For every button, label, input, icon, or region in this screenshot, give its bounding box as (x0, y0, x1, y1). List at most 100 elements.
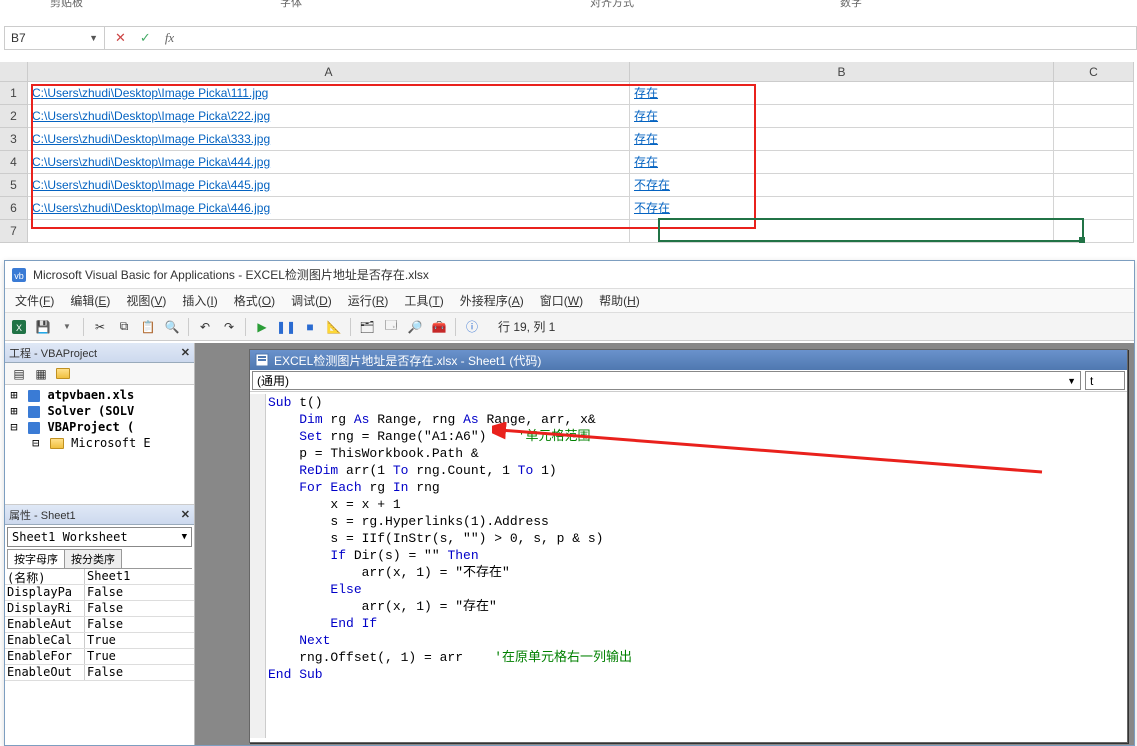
cell[interactable] (1054, 220, 1134, 243)
object-browser-icon[interactable]: 🔎 (405, 317, 425, 337)
cell[interactable]: 存在 (630, 128, 1054, 151)
menu-item[interactable]: 文件(F) (15, 292, 54, 309)
project-explorer-icon[interactable]: 🗂 (357, 317, 377, 337)
row-header[interactable]: 5 (0, 174, 28, 197)
undo-icon[interactable]: ↶ (195, 317, 215, 337)
property-row[interactable]: DisplayPaFalse (5, 585, 194, 601)
save-icon[interactable]: 💾 (33, 317, 53, 337)
fx-icon[interactable]: fx (165, 30, 174, 46)
row-header[interactable]: 7 (0, 220, 28, 243)
tree-node[interactable]: ⊟ Microsoft E (7, 435, 192, 451)
run-icon[interactable]: ▶ (252, 317, 272, 337)
cell[interactable] (1054, 105, 1134, 128)
chevron-down-icon[interactable]: ▼ (1067, 376, 1076, 386)
procedure-dropdown[interactable]: t (1085, 371, 1125, 390)
hyperlink[interactable]: 不存在 (634, 178, 670, 192)
copy-icon[interactable]: ⧉ (114, 317, 134, 337)
code-window[interactable]: EXCEL检测图片地址是否存在.xlsx - Sheet1 (代码) (通用) … (249, 349, 1128, 743)
formula-input[interactable] (184, 27, 1136, 49)
cell[interactable] (1054, 128, 1134, 151)
close-icon[interactable]: ✕ (181, 346, 190, 359)
design-mode-icon[interactable]: 📐 (324, 317, 344, 337)
properties-icon[interactable]: 🗔 (381, 317, 401, 337)
hyperlink[interactable]: C:\Users\zhudi\Desktop\Image Picka\222.j… (32, 109, 270, 123)
cell[interactable] (28, 220, 630, 243)
row-header[interactable]: 3 (0, 128, 28, 151)
tree-node[interactable]: ⊞ Solver (SOLV (7, 403, 192, 419)
property-row[interactable]: EnableOutFalse (5, 665, 194, 681)
project-pane-title[interactable]: 工程 - VBAProject ✕ (5, 343, 194, 363)
menu-item[interactable]: 帮助(H) (599, 292, 640, 309)
cell[interactable] (1054, 151, 1134, 174)
hyperlink[interactable]: 存在 (634, 132, 658, 146)
reset-icon[interactable]: ■ (300, 317, 320, 337)
select-all-corner[interactable] (0, 62, 28, 82)
cell[interactable] (1054, 197, 1134, 220)
hyperlink[interactable]: C:\Users\zhudi\Desktop\Image Picka\444.j… (32, 155, 270, 169)
properties-object-combo[interactable]: Sheet1 Worksheet ▼ (7, 527, 192, 547)
vbe-titlebar[interactable]: vb Microsoft Visual Basic for Applicatio… (5, 261, 1134, 289)
column-header[interactable]: B (630, 62, 1054, 82)
tab-alphabetic[interactable]: 按字母序 (7, 549, 65, 568)
toolbox-icon[interactable]: 🧰 (429, 317, 449, 337)
cell[interactable] (1054, 174, 1134, 197)
column-header[interactable]: C (1054, 62, 1134, 82)
tree-node[interactable]: ⊞ atpvbaen.xls (7, 387, 192, 403)
menu-item[interactable]: 插入(I) (182, 292, 217, 309)
hyperlink[interactable]: C:\Users\zhudi\Desktop\Image Picka\445.j… (32, 178, 270, 192)
hyperlink[interactable]: C:\Users\zhudi\Desktop\Image Picka\333.j… (32, 132, 270, 146)
property-row[interactable]: EnableCalTrue (5, 633, 194, 649)
cut-icon[interactable]: ✂ (90, 317, 110, 337)
row-header[interactable]: 1 (0, 82, 28, 105)
properties-grid[interactable]: (名称)Sheet1DisplayPaFalseDisplayRiFalse En… (5, 569, 194, 745)
property-row[interactable]: (名称)Sheet1 (5, 569, 194, 585)
cell[interactable]: 不存在 (630, 174, 1054, 197)
confirm-icon[interactable]: ✓ (140, 30, 151, 46)
row-header[interactable]: 4 (0, 151, 28, 174)
name-box[interactable]: B7 ▼ (5, 27, 105, 49)
property-row[interactable]: DisplayRiFalse (5, 601, 194, 617)
cell[interactable]: C:\Users\zhudi\Desktop\Image Picka\446.j… (28, 197, 630, 220)
menu-item[interactable]: 格式(O) (234, 292, 275, 309)
tree-node[interactable]: ⊟ VBAProject ( (7, 419, 192, 435)
hyperlink[interactable]: C:\Users\zhudi\Desktop\Image Picka\111.j… (32, 86, 268, 100)
view-object-icon[interactable]: ▦ (31, 364, 51, 384)
object-dropdown[interactable]: (通用) ▼ (252, 371, 1081, 390)
row-header[interactable]: 2 (0, 105, 28, 128)
project-toolbar[interactable]: ▤ ▦ (5, 363, 194, 385)
vbe-menubar[interactable]: 文件(F)编辑(E)视图(V)插入(I)格式(O)调试(D)运行(R)工具(T)… (5, 289, 1134, 313)
cell[interactable] (1054, 82, 1134, 105)
paste-icon[interactable]: 📋 (138, 317, 158, 337)
project-tree[interactable]: ⊞ atpvbaen.xls⊞ Solver (SOLV⊟ VBAProject… (5, 385, 194, 505)
cell[interactable]: C:\Users\zhudi\Desktop\Image Picka\445.j… (28, 174, 630, 197)
row-header[interactable]: 6 (0, 197, 28, 220)
redo-icon[interactable]: ↷ (219, 317, 239, 337)
menu-item[interactable]: 外接程序(A) (460, 292, 524, 309)
column-header[interactable]: A (28, 62, 630, 82)
cell[interactable]: 存在 (630, 82, 1054, 105)
excel-icon[interactable]: X (9, 317, 29, 337)
hyperlink[interactable]: 存在 (634, 155, 658, 169)
menu-item[interactable]: 工具(T) (404, 292, 443, 309)
spreadsheet-grid[interactable]: ABC 1234567 C:\Users\zhudi\Desktop\Image… (0, 62, 1137, 252)
properties-tabs[interactable]: 按字母序 按分类序 (7, 549, 192, 569)
property-row[interactable]: EnableForTrue (5, 649, 194, 665)
chevron-down-icon[interactable]: ▼ (89, 33, 98, 43)
hyperlink[interactable]: 存在 (634, 86, 658, 100)
code-window-title[interactable]: EXCEL检测图片地址是否存在.xlsx - Sheet1 (代码) (250, 350, 1127, 370)
cell[interactable]: 存在 (630, 151, 1054, 174)
cell[interactable] (630, 220, 1054, 243)
dropdown-icon[interactable]: ▼ (57, 317, 77, 337)
break-icon[interactable]: ❚❚ (276, 317, 296, 337)
menu-item[interactable]: 编辑(E) (70, 292, 110, 309)
close-icon[interactable]: ✕ (181, 508, 190, 521)
hyperlink[interactable]: C:\Users\zhudi\Desktop\Image Picka\446.j… (32, 201, 270, 215)
view-code-icon[interactable]: ▤ (9, 364, 29, 384)
chevron-down-icon[interactable]: ▼ (182, 532, 187, 542)
tab-categorized[interactable]: 按分类序 (64, 549, 122, 568)
menu-item[interactable]: 运行(R) (348, 292, 389, 309)
cell[interactable]: C:\Users\zhudi\Desktop\Image Picka\222.j… (28, 105, 630, 128)
cell[interactable]: 不存在 (630, 197, 1054, 220)
hyperlink[interactable]: 不存在 (634, 201, 670, 215)
cell[interactable]: C:\Users\zhudi\Desktop\Image Picka\111.j… (28, 82, 630, 105)
